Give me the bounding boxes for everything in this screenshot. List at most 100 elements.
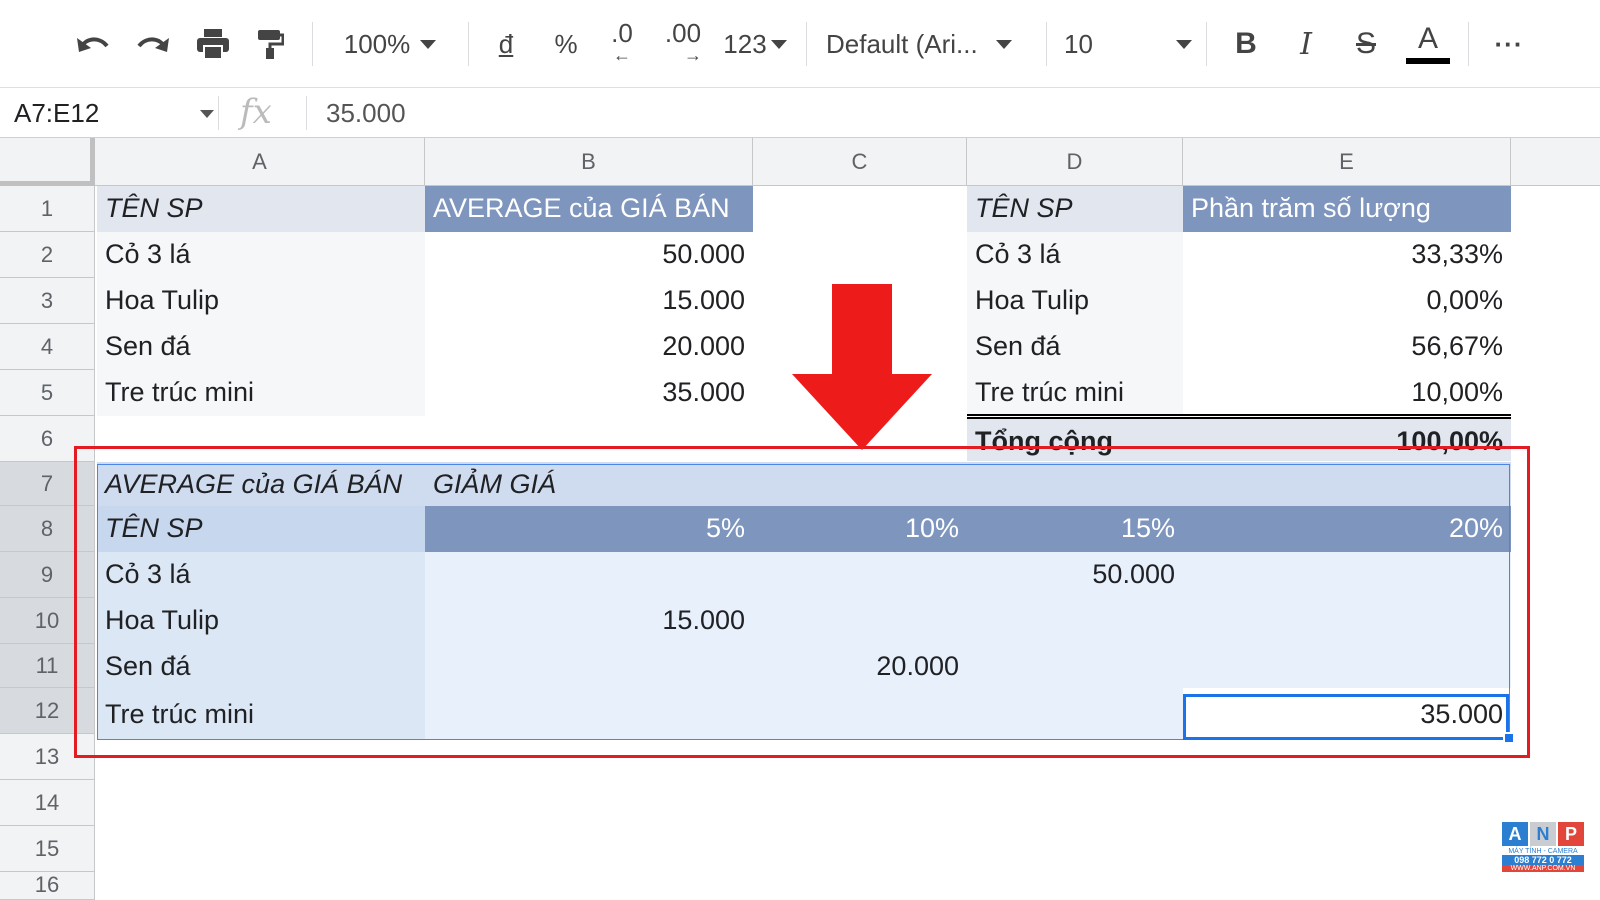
bold-label: B <box>1235 27 1257 60</box>
percent-format-button[interactable]: % <box>546 20 586 68</box>
row-header-4[interactable]: 4 <box>0 324 95 370</box>
more-options-button[interactable]: ··· <box>1486 20 1532 68</box>
pivot1-row-value[interactable]: 15.000 <box>425 278 753 324</box>
zoom-value: 100% <box>343 28 411 59</box>
row-header-15[interactable]: 15 <box>0 826 95 872</box>
toolbar-divider <box>1206 22 1207 66</box>
row-header-5[interactable]: 5 <box>0 370 95 416</box>
font-family-value: Default (Ari... <box>826 28 978 59</box>
chevron-down-icon <box>420 39 437 49</box>
logo-line: MÁY TÍNH - CAMERA <box>1508 848 1578 855</box>
print-icon <box>197 29 229 60</box>
pivot2-row-label[interactable]: Hoa Tulip <box>967 278 1183 324</box>
paint-format-icon <box>258 30 284 59</box>
more-icon: ··· <box>1494 28 1524 59</box>
logo-letters: A N P <box>1502 822 1584 846</box>
pivot2-row-value[interactable]: 56,67% <box>1183 324 1511 370</box>
logo-letter: N <box>1530 822 1556 846</box>
pivot1-row-label[interactable]: Cỏ 3 lá <box>97 232 425 278</box>
pivot1-row-label[interactable]: Sen đá <box>97 324 425 370</box>
increase-decimal-button[interactable]: .00 → <box>658 20 708 68</box>
redo-button[interactable] <box>130 20 176 68</box>
decrease-decimal-label: .0 <box>611 18 633 48</box>
column-header-d[interactable]: D <box>967 138 1183 186</box>
strikethrough-label: S <box>1355 27 1376 60</box>
font-size-value: 10 <box>1064 28 1093 59</box>
pivot1-row-value[interactable]: 35.000 <box>425 370 753 416</box>
toolbar-divider <box>312 22 313 66</box>
strikethrough-button[interactable]: S <box>1346 20 1386 68</box>
chevron-down-icon <box>995 39 1012 49</box>
column-header-a[interactable]: A <box>95 138 425 186</box>
text-color-label: A <box>1417 22 1438 55</box>
highlight-box <box>74 446 1530 758</box>
pivot2-row-value[interactable]: 0,00% <box>1183 278 1511 324</box>
pivot1-header-name[interactable]: TÊN SP <box>97 186 425 232</box>
pivot2-header-name[interactable]: TÊN SP <box>967 186 1183 232</box>
pivot2-row-value[interactable]: 10,00% <box>1183 370 1511 416</box>
redo-icon <box>137 37 169 52</box>
chevron-down-icon <box>1176 39 1192 49</box>
bold-button[interactable]: B <box>1226 20 1266 68</box>
pivot1-row-value[interactable]: 50.000 <box>425 232 753 278</box>
pivot2-row-label[interactable]: Sen đá <box>967 324 1183 370</box>
column-header-e[interactable]: E <box>1183 138 1511 186</box>
paint-format-button[interactable] <box>250 20 290 68</box>
logo-line: 098 772 0 772 <box>1502 855 1584 865</box>
formula-bar: A7:E12 fx 35.000 <box>0 88 1600 138</box>
row-header-16[interactable]: 16 <box>0 872 95 900</box>
formula-input[interactable]: 35.000 <box>326 94 406 132</box>
currency-format-button[interactable]: đ <box>486 20 526 68</box>
select-all-corner[interactable] <box>0 138 95 186</box>
row-header-14[interactable]: 14 <box>0 780 95 826</box>
pivot2-row-value[interactable]: 33,33% <box>1183 232 1511 278</box>
logo-letter: A <box>1502 822 1528 846</box>
text-color-swatch <box>1406 58 1450 64</box>
italic-button[interactable]: I <box>1286 20 1326 68</box>
chevron-down-icon <box>770 39 787 49</box>
name-box-value: A7:E12 <box>14 98 100 128</box>
italic-label: I <box>1300 26 1312 62</box>
pivot2-header-value[interactable]: Phần trăm số lượng <box>1183 186 1511 232</box>
pivot1-row-label[interactable]: Tre trúc mini <box>97 370 425 416</box>
toolbar: 100% đ % .0 ← .00 → 123 Default (Ari... … <box>0 0 1600 88</box>
divider <box>218 96 219 130</box>
chevron-down-icon <box>200 110 214 118</box>
row-header-1[interactable]: 1 <box>0 186 95 232</box>
pivot1-row-label[interactable]: Hoa Tulip <box>97 278 425 324</box>
column-header-b[interactable]: B <box>425 138 753 186</box>
print-button[interactable] <box>190 20 236 68</box>
down-arrow-icon <box>792 284 932 450</box>
toolbar-divider <box>806 22 807 66</box>
text-color-button[interactable]: A <box>1404 20 1452 68</box>
undo-icon <box>77 37 109 52</box>
undo-button[interactable] <box>70 20 116 68</box>
logo-letter: P <box>1558 822 1584 846</box>
name-box[interactable]: A7:E12 <box>14 94 214 132</box>
arrow-right-icon: → <box>684 45 702 65</box>
pivot2-row-label[interactable]: Cỏ 3 lá <box>967 232 1183 278</box>
toolbar-divider <box>1468 22 1469 66</box>
zoom-select[interactable]: 100% <box>330 20 450 68</box>
more-formats-button[interactable]: 123 <box>720 20 790 68</box>
row-header-2[interactable]: 2 <box>0 232 95 278</box>
font-size-select[interactable]: 10 <box>1064 20 1192 68</box>
pivot2-row-label[interactable]: Tre trúc mini <box>967 370 1183 416</box>
column-header-c[interactable]: C <box>753 138 967 186</box>
increase-decimal-label: .00 <box>664 18 702 48</box>
column-header-empty <box>1511 138 1600 186</box>
logo-line: WWW.ANP.COM.VN <box>1502 865 1584 872</box>
pivot1-header-value[interactable]: AVERAGE của GIÁ BÁN <box>425 186 753 232</box>
decrease-decimal-button[interactable]: .0 ← <box>600 20 644 68</box>
currency-label: đ <box>498 28 514 59</box>
arrow-left-icon: ← <box>613 45 631 65</box>
font-family-select[interactable]: Default (Ari... <box>826 20 1026 68</box>
row-header-3[interactable]: 3 <box>0 278 95 324</box>
divider <box>306 96 307 130</box>
fx-icon: fx <box>240 92 272 132</box>
more-formats-label: 123 <box>723 28 767 59</box>
toolbar-divider <box>1046 22 1047 66</box>
anp-logo: A N P MÁY TÍNH - CAMERA 098 772 0 772 WW… <box>1502 822 1584 888</box>
toolbar-divider <box>468 22 469 66</box>
pivot1-row-value[interactable]: 20.000 <box>425 324 753 370</box>
